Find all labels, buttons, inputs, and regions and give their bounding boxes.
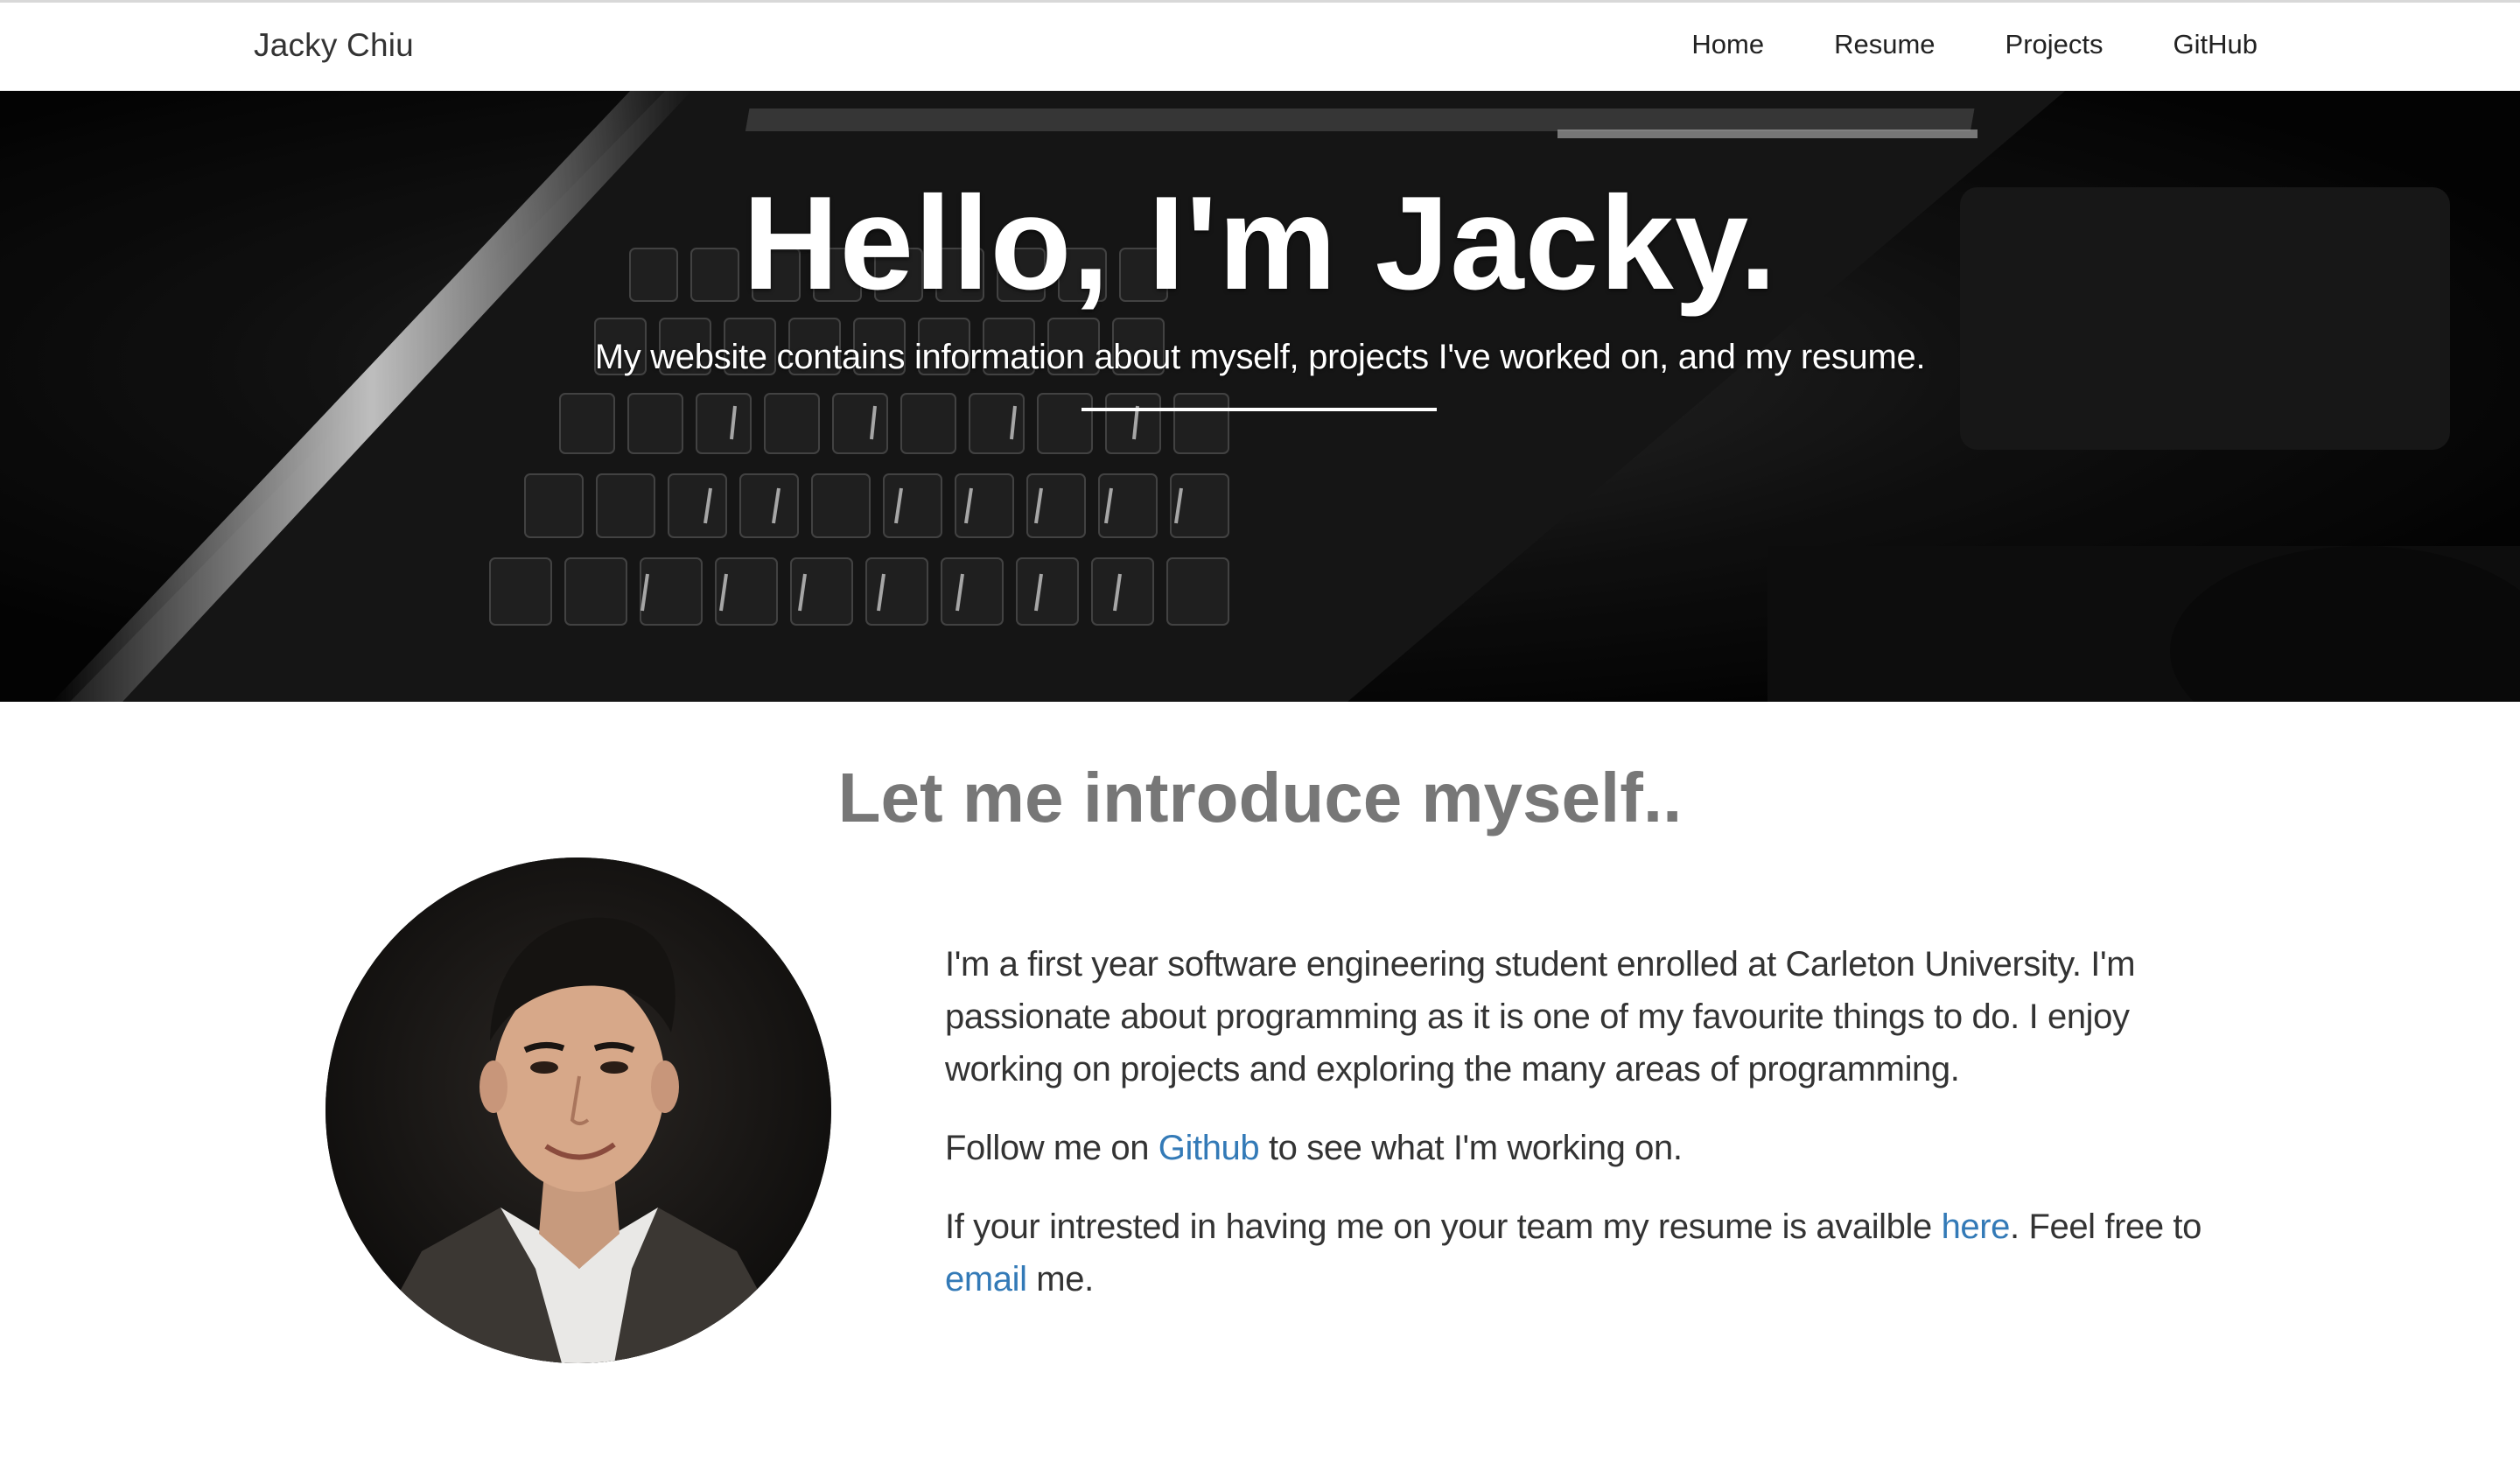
bio-paragraph-3: If your intrested in having me on your t… [945,1200,2222,1306]
hero-banner: Hello, I'm Jacky. My website contains in… [0,91,2520,702]
navbar: Jacky Chiu Home Resume Projects GitHub [0,0,2520,91]
nav-link-projects[interactable]: Projects [2006,29,2104,60]
github-link[interactable]: Github [1158,1129,1260,1167]
bio-paragraph-1: I'm a first year software engineering st… [945,945,2136,1088]
profile-photo [326,858,831,1363]
resume-here-link[interactable]: here [1942,1208,2011,1246]
nav-link-resume[interactable]: Resume [1834,29,1935,60]
bio-text-span: Follow me on [945,1129,1158,1167]
bio-text-span: to see what I'm working on. [1259,1129,1683,1167]
bio-text: I'm a first year software engineering st… [945,938,2222,1332]
bio-text-span: . Feel free to [2010,1208,2202,1246]
hero-title: Hello, I'm Jacky. [742,169,1778,318]
email-link[interactable]: email [945,1260,1027,1298]
bio-paragraph-2: Follow me on Github to see what I'm work… [945,1122,2222,1174]
nav-link-home[interactable]: Home [1691,29,1764,60]
brand-link[interactable]: Jacky Chiu [254,27,414,64]
avatar [326,858,831,1363]
intro-heading: Let me introduce myself.. [837,759,1683,836]
bio-text-span: If your intrested in having me on your t… [945,1208,1942,1246]
bio-text-span: me. [1026,1260,1094,1298]
nav-link-github[interactable]: GitHub [2174,29,2258,60]
nav-links: Home Resume Projects GitHub [1621,29,2258,60]
hero-subtitle: My website contains information about my… [594,338,1926,376]
hero-divider [1082,408,1437,411]
